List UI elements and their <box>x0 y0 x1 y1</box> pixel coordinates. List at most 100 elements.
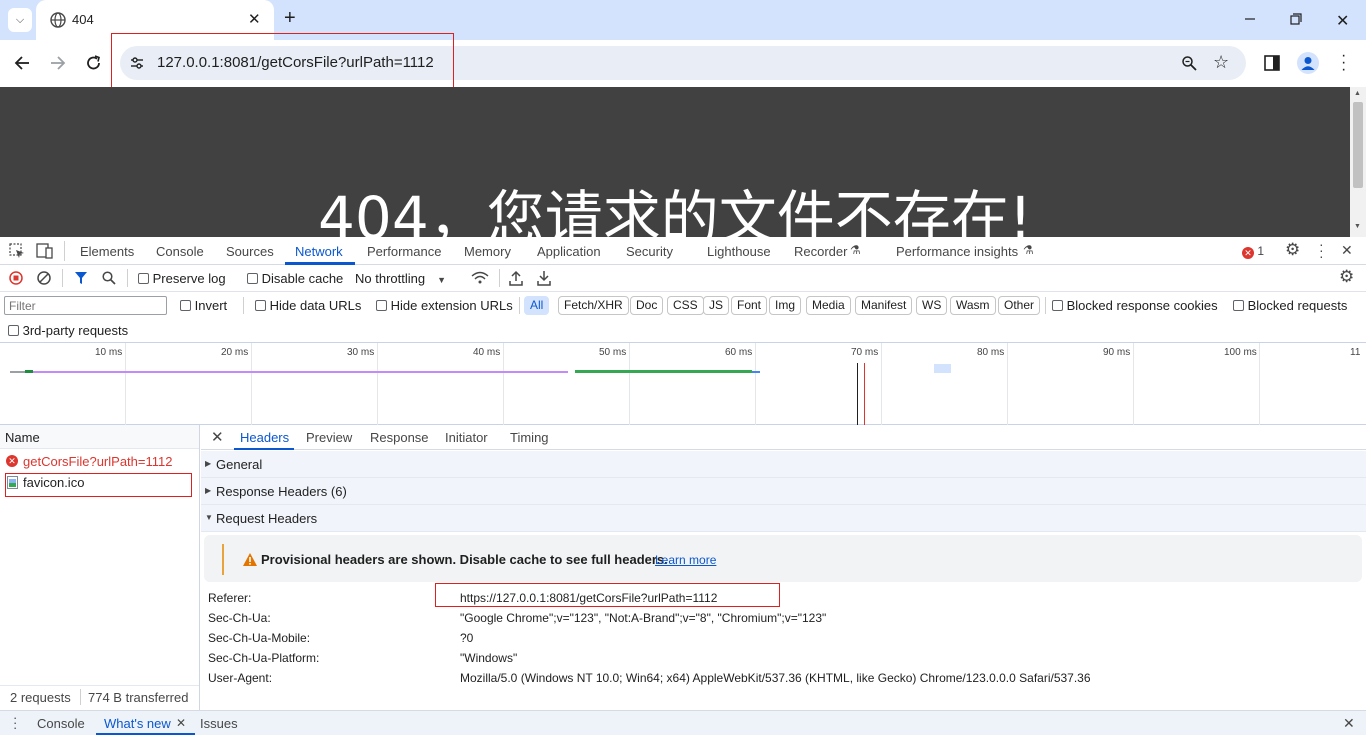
blocked-requests-checkbox[interactable]: Blocked requests <box>1233 298 1347 313</box>
tab-performance[interactable]: Performance <box>367 244 441 259</box>
scroll-up-icon[interactable]: ▲ <box>1354 90 1361 97</box>
type-filter-img[interactable]: Img <box>769 296 802 315</box>
browser-tab[interactable]: 404 ✕ <box>36 0 274 40</box>
type-filter-css[interactable]: CSS <box>667 296 704 315</box>
blocked-response-cookies-checkbox[interactable]: Blocked response cookies <box>1052 298 1218 313</box>
detail-tab-response[interactable]: Response <box>370 430 429 445</box>
browser-menu-icon[interactable]: · · · <box>1341 48 1346 78</box>
request-row[interactable]: favicon.ico <box>0 472 199 493</box>
side-panel-icon[interactable] <box>1264 55 1280 71</box>
type-filter-font[interactable]: Font <box>731 296 768 315</box>
settings-gear-icon[interactable]: ⚙ <box>1285 240 1300 260</box>
type-filter-other[interactable]: Other <box>998 296 1041 315</box>
hide-extension-urls-checkbox[interactable]: Hide extension URLs <box>376 298 513 313</box>
checkbox[interactable] <box>1233 300 1244 311</box>
checkbox[interactable] <box>376 300 387 311</box>
hide-data-urls-checkbox[interactable]: Hide data URLs <box>255 298 361 313</box>
page-scrollbar[interactable]: ▲ ▼ <box>1350 87 1366 237</box>
scroll-thumb[interactable] <box>1353 102 1363 188</box>
close-tab-icon[interactable]: ✕ <box>248 10 261 28</box>
device-toolbar-icon[interactable] <box>36 243 54 259</box>
tab-memory[interactable]: Memory <box>464 244 511 259</box>
drawer-menu-icon[interactable]: · · · <box>13 711 17 734</box>
section-general[interactable]: ▶ General <box>201 451 1366 478</box>
inspect-element-icon[interactable] <box>9 243 25 259</box>
type-filter-wasm[interactable]: Wasm <box>950 296 996 315</box>
network-overview-timeline[interactable]: 10 ms 20 ms 30 ms 40 ms 50 ms 60 ms 70 m… <box>0 343 1366 425</box>
expanded-arrow-icon: ▼ <box>205 513 213 522</box>
type-filter-doc[interactable]: Doc <box>630 296 664 315</box>
export-har-icon[interactable] <box>537 270 551 286</box>
back-icon[interactable] <box>13 54 31 72</box>
scroll-down-icon[interactable]: ▼ <box>1354 223 1361 230</box>
throttling-select[interactable]: No throttling ▼ <box>355 271 446 286</box>
checkbox[interactable] <box>247 273 258 284</box>
type-filter-all[interactable]: All <box>524 296 550 315</box>
detail-tab-timing[interactable]: Timing <box>510 430 549 445</box>
close-devtools-icon[interactable]: ✕ <box>1341 242 1353 259</box>
tab-application[interactable]: Application <box>537 244 601 259</box>
learn-more-link[interactable]: Learn more <box>655 553 716 567</box>
preserve-log-checkbox[interactable]: Preserve log <box>138 271 226 286</box>
filter-funnel-icon[interactable] <box>74 271 88 285</box>
close-detail-icon[interactable]: ✕ <box>211 428 224 446</box>
tab-performance-insights[interactable]: Performance insights <box>896 244 1018 259</box>
new-tab-button[interactable]: + <box>284 7 296 30</box>
checkbox[interactable] <box>255 300 266 311</box>
section-request-headers[interactable]: ▼ Request Headers <box>201 505 1366 532</box>
tab-lighthouse[interactable]: Lighthouse <box>707 244 771 259</box>
tab-console[interactable]: Console <box>156 244 204 259</box>
devtools-menu-icon[interactable]: · · · <box>1319 237 1324 263</box>
checkbox[interactable] <box>8 325 19 336</box>
record-stop-icon[interactable] <box>9 271 23 285</box>
restore-icon[interactable] <box>1290 13 1302 25</box>
type-filter-fetch-xhr[interactable]: Fetch/XHR <box>558 296 629 315</box>
error-count-badge[interactable]: ✕ 1 <box>1242 244 1264 259</box>
header-key: Sec-Ch-Ua-Platform: <box>208 651 320 665</box>
address-bar[interactable]: 127.0.0.1:8081/getCorsFile?urlPath=1112 … <box>120 46 1246 80</box>
type-filter-ws[interactable]: WS <box>916 296 948 315</box>
third-party-requests-checkbox[interactable]: 3rd-party requests <box>8 323 128 338</box>
tick-label: 50 ms <box>599 347 627 358</box>
detail-tab-preview[interactable]: Preview <box>306 430 352 445</box>
type-filter-media[interactable]: Media <box>806 296 851 315</box>
tab-security[interactable]: Security <box>626 244 673 259</box>
section-response-headers[interactable]: ▶ Response Headers (6) <box>201 478 1366 505</box>
checkbox[interactable] <box>138 273 149 284</box>
invert-checkbox[interactable]: Invert <box>180 298 227 313</box>
close-whats-new-icon[interactable]: ✕ <box>176 716 186 730</box>
tab-recorder[interactable]: Recorder <box>794 244 847 259</box>
close-window-icon[interactable]: ✕ <box>1336 11 1349 31</box>
checkbox[interactable] <box>1052 300 1063 311</box>
url-text[interactable]: 127.0.0.1:8081/getCorsFile?urlPath=1112 <box>157 54 434 71</box>
forward-icon[interactable] <box>49 54 67 72</box>
minimize-icon[interactable] <box>1244 11 1256 23</box>
request-row[interactable]: ✕ getCorsFile?urlPath=1112 <box>0 451 199 472</box>
profile-avatar-icon[interactable] <box>1297 52 1319 74</box>
filter-input[interactable] <box>4 296 167 315</box>
tab-network[interactable]: Network <box>295 244 343 259</box>
disable-cache-checkbox[interactable]: Disable cache <box>247 271 343 286</box>
name-column-header[interactable]: Name <box>5 430 40 445</box>
clear-icon[interactable] <box>37 271 51 285</box>
drawer-tab-whats-new[interactable]: What's new <box>104 716 171 731</box>
zoom-icon[interactable] <box>1181 55 1197 71</box>
tab-sources[interactable]: Sources <box>226 244 274 259</box>
tab-search-button[interactable]: ⌵ <box>8 8 32 32</box>
detail-tab-initiator[interactable]: Initiator <box>445 430 488 445</box>
network-settings-gear-icon[interactable]: ⚙ <box>1339 267 1354 287</box>
import-har-icon[interactable] <box>509 270 523 286</box>
detail-tab-headers[interactable]: Headers <box>240 430 289 445</box>
bookmark-star-icon[interactable]: ☆ <box>1213 52 1229 73</box>
close-drawer-icon[interactable]: ✕ <box>1343 715 1355 732</box>
search-icon[interactable] <box>102 271 116 285</box>
reload-icon[interactable] <box>85 54 103 72</box>
type-filter-js[interactable]: JS <box>703 296 730 315</box>
checkbox[interactable] <box>180 300 191 311</box>
site-settings-icon[interactable] <box>129 55 145 71</box>
tab-elements[interactable]: Elements <box>80 244 134 259</box>
drawer-tab-issues[interactable]: Issues <box>200 716 238 731</box>
drawer-tab-console[interactable]: Console <box>37 716 85 731</box>
network-conditions-icon[interactable] <box>471 271 489 285</box>
type-filter-manifest[interactable]: Manifest <box>855 296 913 315</box>
